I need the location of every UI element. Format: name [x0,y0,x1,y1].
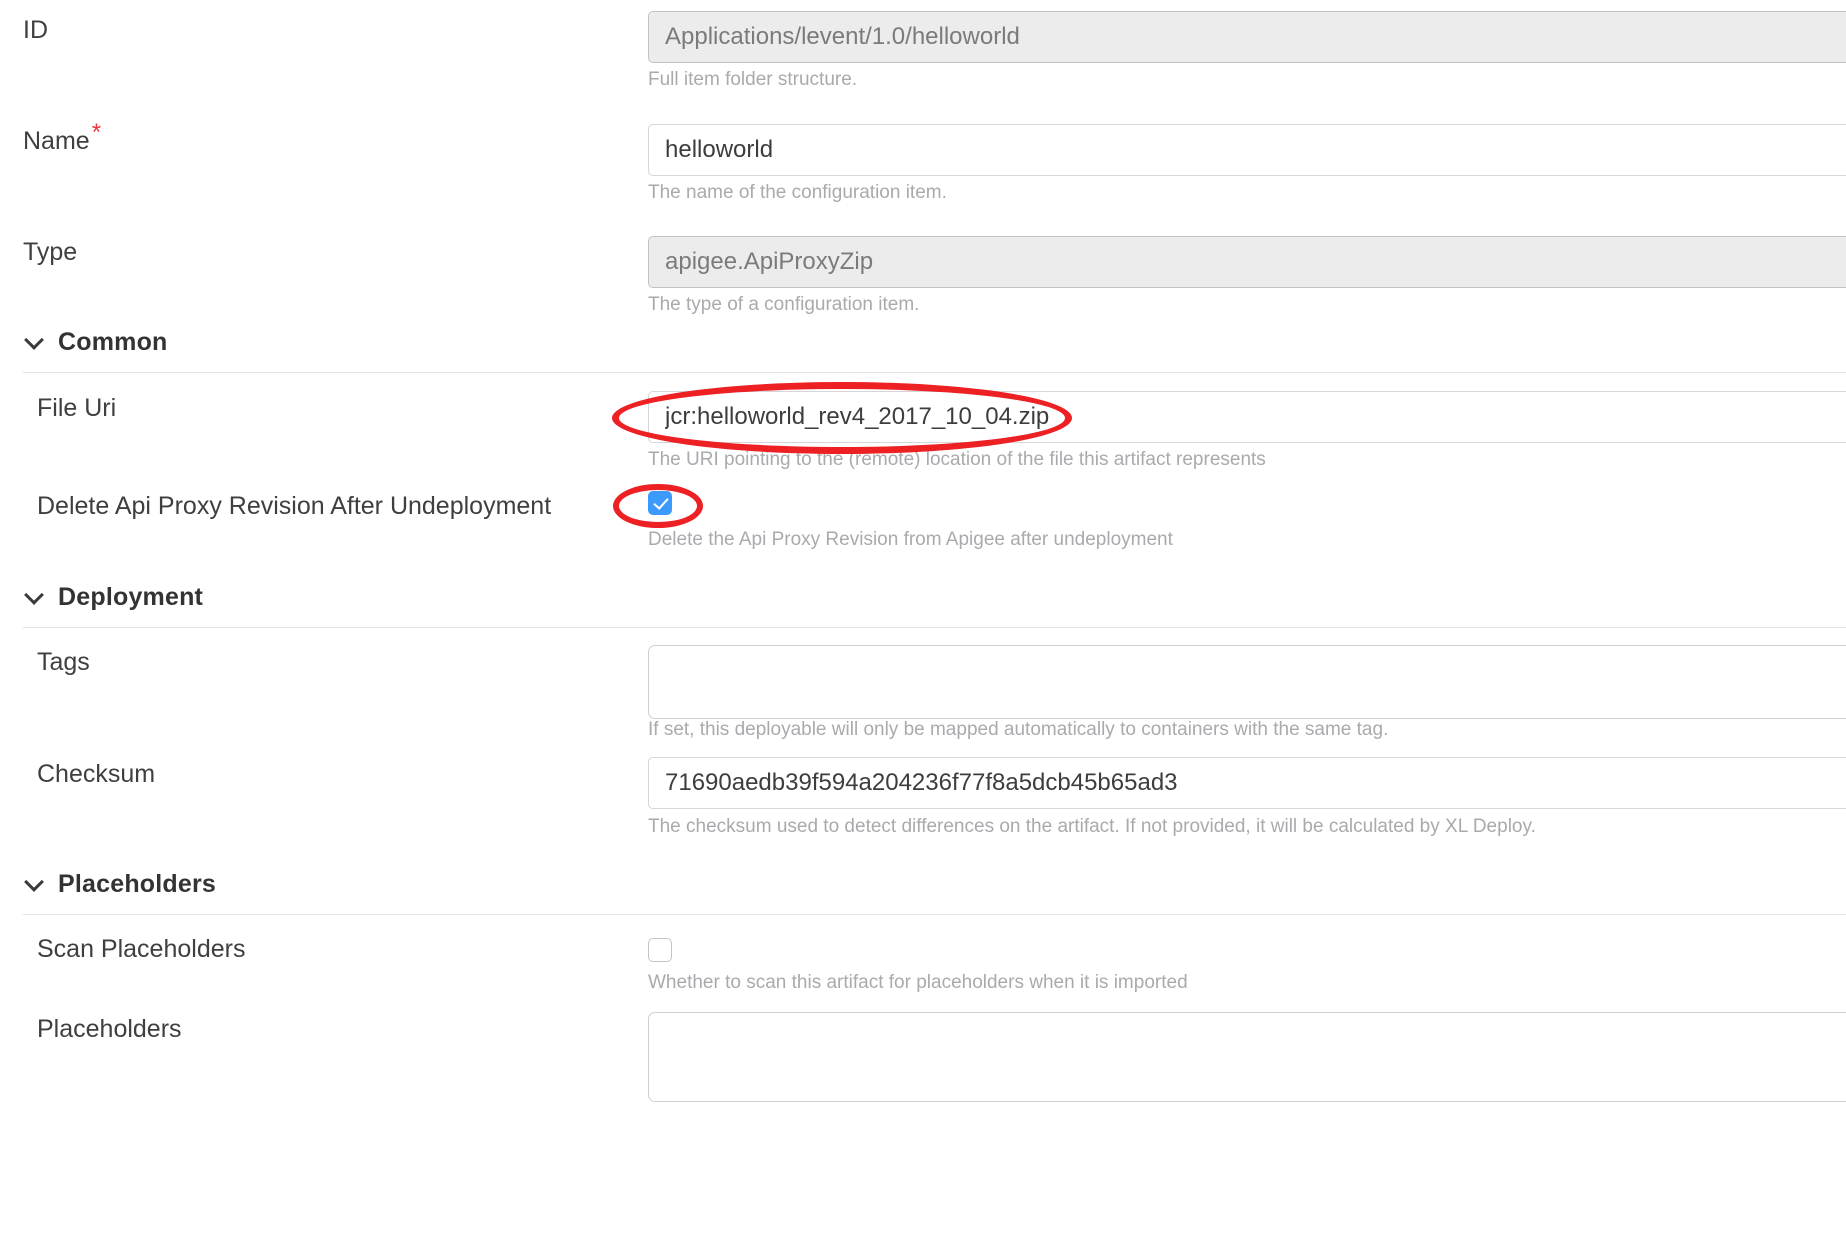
field-label-scan-placeholders: Scan Placeholders [37,935,246,963]
chevron-down-icon [26,873,43,890]
section-title-placeholders: Placeholders [58,870,217,898]
field-label-delete-api-proxy-revision: Delete Api Proxy Revision After Undeploy… [37,492,552,520]
field-label-id: ID [23,16,48,44]
type-input[interactable] [648,236,1846,288]
chevron-down-icon [26,586,43,603]
required-marker-icon: * [91,118,102,146]
field-label-type: Type [23,238,78,266]
field-label-placeholders: Placeholders [37,1015,182,1043]
section-divider-common [23,372,1846,373]
delete-api-proxy-revision-checkbox[interactable] [648,491,672,515]
file-uri-input[interactable] [648,391,1846,443]
placeholders-textarea[interactable] [648,1012,1846,1102]
section-header-placeholders[interactable]: Placeholders [26,870,216,899]
field-help-tags: If set, this deployable will only be map… [648,719,1389,740]
tags-textarea[interactable] [648,645,1846,719]
section-header-deployment[interactable]: Deployment [26,583,203,612]
field-help-file-uri: The URI pointing to the (remote) locatio… [648,449,1266,470]
field-help-id: Full item folder structure. [648,69,858,90]
chevron-down-icon [26,331,43,348]
field-label-file-uri: File Uri [37,394,117,422]
field-label-checksum: Checksum [37,760,156,788]
section-divider-placeholders [23,914,1846,915]
section-title-common: Common [58,328,168,356]
field-help-type: The type of a configuration item. [648,294,920,315]
field-help-checksum: The checksum used to detect differences … [648,816,1536,837]
section-divider-deployment [23,627,1846,628]
name-input[interactable] [648,124,1846,176]
field-help-scan-placeholders: Whether to scan this artifact for placeh… [648,972,1188,993]
field-label-tags: Tags [37,648,90,676]
field-label-name-text: Name [23,127,90,155]
scan-placeholders-checkbox[interactable] [648,938,672,962]
field-label-name: Name* [23,120,101,155]
field-help-name: The name of the configuration item. [648,182,947,203]
field-help-delete-api-proxy-revision: Delete the Api Proxy Revision from Apige… [648,529,1173,550]
section-header-common[interactable]: Common [26,328,168,357]
section-title-deployment: Deployment [58,583,204,611]
checksum-input[interactable] [648,757,1846,809]
id-input[interactable] [648,11,1846,63]
